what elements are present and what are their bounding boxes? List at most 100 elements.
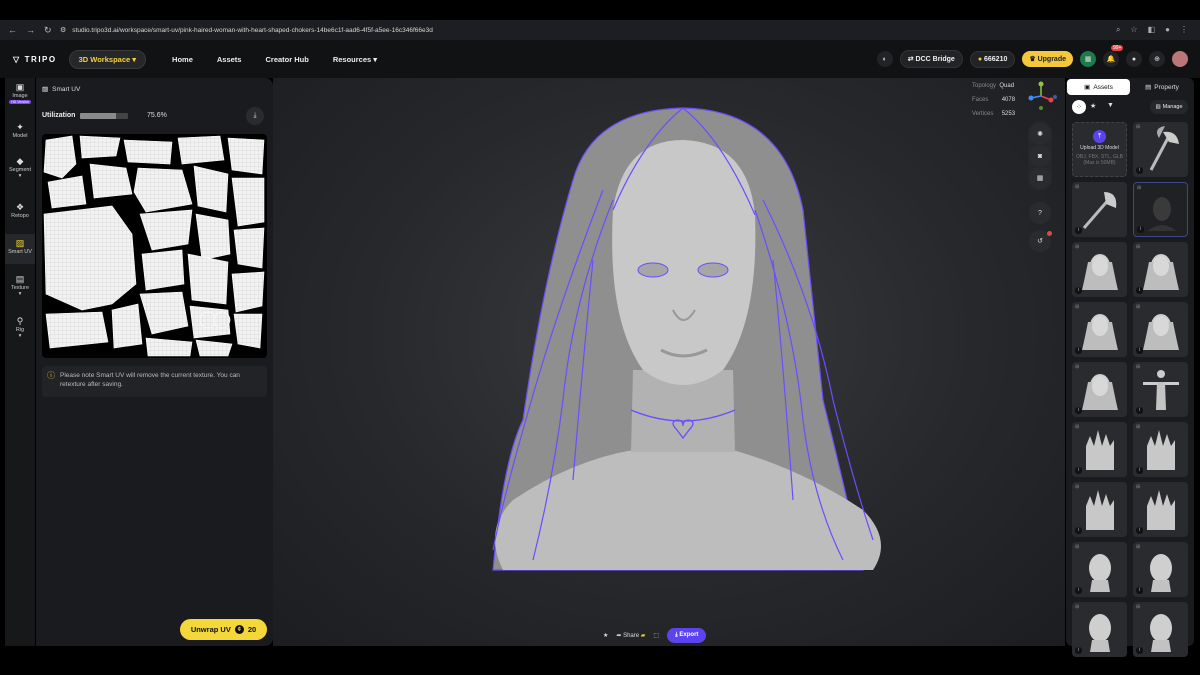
image-icon: ▣ <box>15 82 25 92</box>
filter-icon[interactable]: ▼ <box>1107 102 1114 109</box>
export-label: Export <box>679 631 699 638</box>
asset-thumbnail-head[interactable]: ⊞ i <box>1072 602 1127 657</box>
asset-thumbnail-bust[interactable]: ⊞ i <box>1133 302 1188 357</box>
lighting-icon[interactable]: ✺ <box>1029 123 1051 145</box>
workspace-label: 3D Workspace <box>78 54 131 64</box>
tool-image[interactable]: ▣ Image HD Version <box>5 82 35 105</box>
bell-icon[interactable]: 🔔 99+ <box>1103 45 1124 67</box>
share-icon: ➦ <box>616 632 622 639</box>
asset-thumbnail-bust[interactable]: ⊞ i <box>1072 302 1127 357</box>
unwrap-uv-cost: 20 <box>247 625 257 634</box>
tab-property[interactable]: ▤ Property <box>1132 79 1192 95</box>
checkbox-icon: ⊞ <box>1136 604 1141 610</box>
profile-icon[interactable]: ● <box>1165 25 1170 35</box>
view-tools: ✺ ◙ ▦ <box>1028 121 1052 191</box>
upload-size: (Max is 50MB) <box>1083 160 1116 166</box>
bookmark-icon[interactable]: ☆ <box>1130 25 1137 35</box>
info-icon: i <box>1136 167 1143 174</box>
workspace-dropdown[interactable]: 3D Workspace ▾ <box>68 49 147 69</box>
info-icon: i <box>1075 227 1082 234</box>
share-button[interactable]: ➦ Share ▰ <box>616 632 645 639</box>
tripo-logo[interactable]: ▽ TRIPO <box>13 55 57 64</box>
snapshot-icon[interactable]: ⬚ <box>653 632 659 639</box>
3d-viewport[interactable]: Topology Quad Faces 4078 Vertices 5253 ✺… <box>273 78 1065 646</box>
uv-islands <box>43 135 265 357</box>
manage-icon: ▥ <box>1155 104 1161 110</box>
warning-text: Please note Smart UV will remove the cur… <box>60 372 240 388</box>
camera-icon[interactable]: ◙ <box>1029 145 1051 167</box>
forward-icon[interactable]: → <box>26 25 35 36</box>
manage-label: Manage <box>1162 104 1183 110</box>
smart-uv-panel: ▨ Smart UV Utilization 75.6% ⤓ ⓘ Please … <box>36 78 273 646</box>
tool-model[interactable]: ✦ Model <box>5 122 35 139</box>
tool-texture-label: Texture <box>10 285 30 291</box>
utilization-label: Utilization <box>42 112 76 119</box>
asset-thumbnail-head[interactable]: ⊞ i <box>1133 602 1188 657</box>
all-filter-icon[interactable]: ⁘ <box>1072 100 1086 114</box>
unwrap-uv-button[interactable]: Unwrap UV ¢ 20 <box>180 619 267 640</box>
download-icon[interactable]: ⤓ <box>246 107 264 125</box>
chat-icon[interactable]: ● <box>1126 51 1142 67</box>
asset-thumbnail-castle[interactable]: ⊞ i <box>1133 422 1188 477</box>
utilization-bar <box>80 113 128 119</box>
tool-retopo[interactable]: ❖ Retopo <box>5 202 35 219</box>
reload-icon[interactable]: ↻ <box>44 25 52 36</box>
logo-mark-icon: ▽ <box>13 54 21 64</box>
asset-thumbnail-castle[interactable]: ⊞ i <box>1072 482 1127 537</box>
panel-title: Smart UV <box>52 85 81 93</box>
nav-creator-hub[interactable]: Creator Hub <box>265 55 308 64</box>
asset-thumbnail-head[interactable]: ⊞ i <box>1072 542 1127 597</box>
export-button[interactable]: ⤓ Export <box>667 627 707 643</box>
tab-assets[interactable]: ▣ Assets <box>1067 79 1130 95</box>
asset-thumbnail-castle[interactable]: ⊞ i <box>1133 482 1188 537</box>
axis-gizmo-icon[interactable] <box>1025 80 1061 110</box>
nav-assets[interactable]: Assets <box>217 55 242 64</box>
asset-thumbnail-castle[interactable]: ⊞ i <box>1072 422 1127 477</box>
back-icon[interactable]: ← <box>8 25 17 36</box>
address-bar[interactable]: studio.tripo3d.ai/workspace/smart-uv/pin… <box>72 27 433 34</box>
star-icon[interactable]: ★ <box>603 632 608 639</box>
asset-thumbnail-bust[interactable]: ⊞ i <box>1133 242 1188 297</box>
asset-thumbnail-bust[interactable]: ⊞ i <box>1072 242 1127 297</box>
browser-toolbar: ← → ↻ ⚙ studio.tripo3d.ai/workspace/smart-… <box>0 20 1200 40</box>
upgrade-button[interactable]: ♛ Upgrade <box>1022 51 1073 67</box>
extensions-icon[interactable]: ◧ <box>1148 25 1156 35</box>
nav-resources[interactable]: Resources ▾ <box>333 55 377 64</box>
favorites-icon[interactable]: ★ <box>1090 102 1096 110</box>
tool-smart-uv[interactable]: ▨ Smart UV <box>5 234 35 264</box>
vertices-value: 5253 <box>1001 111 1016 117</box>
tool-segment[interactable]: ◆ Segment ▾ <box>5 156 35 179</box>
grid-icon[interactable]: ▦ <box>1029 167 1051 189</box>
asset-thumbnail-figure[interactable]: ⊞ i <box>1133 362 1188 417</box>
pet-icon[interactable]: ◐ <box>876 51 893 67</box>
checkbox-icon: ⊞ <box>1075 184 1080 190</box>
asset-axe-2[interactable]: ⊞ i <box>1072 182 1127 237</box>
info-icon: i <box>1136 587 1143 594</box>
asset-thumbnail-head[interactable]: ⊞ i <box>1133 542 1188 597</box>
dcc-bridge-button[interactable]: ⇄ DCC Bridge <box>899 50 963 68</box>
help-icon[interactable]: ? <box>1029 202 1051 224</box>
asset-thumbnail-bust[interactable]: ⊞ i <box>1072 362 1127 417</box>
tool-rig[interactable]: ⚲ Rig ▾ <box>5 316 35 339</box>
menu-icon[interactable]: ⋮ <box>1180 25 1188 35</box>
dcc-bridge-label: DCC Bridge <box>915 56 955 63</box>
info-icon: i <box>1136 407 1143 414</box>
nav-home[interactable]: Home <box>172 55 193 64</box>
asset-dark-bust[interactable]: ⊞ i <box>1133 182 1188 237</box>
credits-display[interactable]: ● 666210 <box>969 50 1016 68</box>
site-info-icon[interactable]: ⚙ <box>60 26 66 34</box>
credit-icon: ¢ <box>234 625 244 634</box>
avatar[interactable] <box>1172 51 1188 67</box>
uv-map-preview <box>42 134 267 358</box>
apps-icon[interactable]: ▦ <box>1080 51 1096 67</box>
info-icon: i <box>1075 407 1082 414</box>
asset-axe-1[interactable]: ⊞ i <box>1133 122 1188 177</box>
tool-texture[interactable]: ▤ Texture ▾ <box>5 274 35 297</box>
export-icon: ⤓ <box>675 631 678 638</box>
zoom-icon[interactable]: ⌕ <box>1116 25 1120 35</box>
manage-button[interactable]: ▥ Manage <box>1150 100 1188 114</box>
language-icon[interactable]: ⊕ <box>1149 51 1165 67</box>
box-icon: ▣ <box>1084 84 1091 91</box>
upload-3d-model[interactable]: ⤒ Upload 3D Model OBJ, FBX, STL, GLB (Ma… <box>1072 122 1127 177</box>
smart-uv-warning: ⓘ Please note Smart UV will remove the c… <box>42 366 267 397</box>
